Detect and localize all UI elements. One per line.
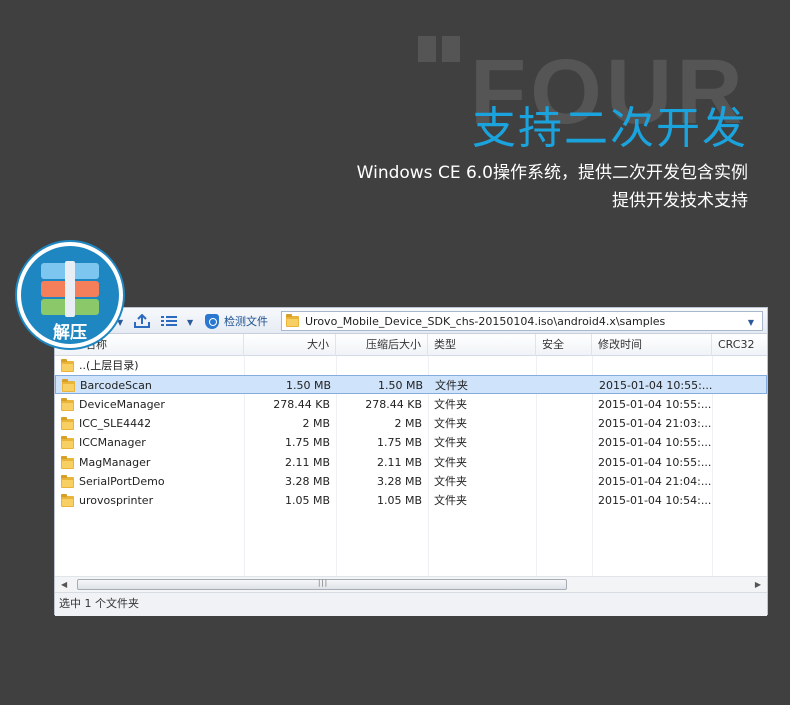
- row-type: 文件夹: [435, 379, 468, 393]
- row-type: 文件夹: [434, 474, 467, 488]
- row-name: urovosprinter: [61, 491, 241, 510]
- row-type: 文件夹: [434, 416, 467, 430]
- folder-icon: [61, 436, 74, 450]
- toolbar: ▼ ▼ 检测文件 Urovo_Mobile_Device_SDK_chs-201…: [55, 308, 767, 334]
- table-row[interactable]: urovosprinter 1.05 MB 1.05 MB 文件夹 2015-01-04…: [55, 491, 767, 510]
- status-bar: 选中 1 个文件夹: [55, 592, 767, 616]
- row-packed-size: 2 MB: [394, 416, 422, 430]
- row-name: MagManager: [61, 453, 241, 472]
- folder-icon: [61, 416, 74, 430]
- table-row[interactable]: ICCManager 1.75 MB 1.75 MB 文件夹 2015-01-04 10…: [55, 433, 767, 452]
- row-name-text: MagManager: [79, 455, 151, 469]
- subheadline-line2: 提供开发技术支持: [612, 191, 748, 211]
- row-type: 文件夹: [434, 397, 467, 411]
- row-name: SerialPortDemo: [61, 472, 241, 491]
- list-view-icon[interactable]: [161, 314, 177, 328]
- row-packed-size: 1.05 MB: [376, 494, 422, 508]
- row-size: 3.28 MB: [284, 474, 330, 488]
- row-name-text: SerialPortDemo: [79, 474, 165, 488]
- row-size: 1.75 MB: [284, 436, 330, 450]
- row-type: [434, 356, 534, 375]
- row-size: 1.50 MB: [285, 379, 331, 393]
- row-modified: 2015-01-04 21:03:...: [598, 416, 712, 430]
- address-dropdown-icon[interactable]: ▼: [748, 318, 754, 327]
- unzip-badge: 解压: [17, 242, 123, 348]
- column-packed-size[interactable]: 压缩后大小: [336, 334, 428, 356]
- row-size: [244, 356, 330, 375]
- row-type: 文件夹: [434, 455, 467, 469]
- headline: 支持二次开发: [472, 103, 748, 154]
- column-crc32[interactable]: CRC32: [712, 334, 769, 356]
- row-name: ICC_SLE4442: [61, 414, 241, 433]
- shield-icon: [205, 313, 219, 329]
- row-modified: 2015-01-04 10:55:...: [598, 397, 712, 411]
- row-packed-size: 3.28 MB: [376, 474, 422, 488]
- row-packed-size: 1.50 MB: [377, 379, 423, 393]
- row-name-text: ..(上层目录): [79, 359, 139, 372]
- table-row[interactable]: SerialPortDemo 3.28 MB 3.28 MB 文件夹 2015-01-0…: [55, 472, 767, 491]
- row-packed-size: 278.44 KB: [365, 397, 422, 411]
- address-path: Urovo_Mobile_Device_SDK_chs-20150104.iso…: [305, 314, 666, 328]
- folder-icon: [61, 474, 74, 488]
- row-modified: 2015-01-04 10:54:...: [598, 494, 712, 508]
- detect-file-button[interactable]: 检测文件: [205, 311, 279, 331]
- row-name-text: BarcodeScan: [80, 379, 152, 393]
- row-packed-size: 2.11 MB: [376, 455, 422, 469]
- row-type: 文件夹: [434, 494, 467, 508]
- column-modified[interactable]: 修改时间: [592, 334, 712, 356]
- row-modified: 2015-01-04 10:55:...: [598, 436, 712, 450]
- address-bar[interactable]: Urovo_Mobile_Device_SDK_chs-20150104.iso…: [281, 311, 763, 331]
- row-name-text: ICCManager: [79, 436, 146, 450]
- table-row[interactable]: MagManager 2.11 MB 2.11 MB 文件夹 2015-01-04 10…: [55, 453, 767, 472]
- row-modified: 2015-01-04 10:55:...: [599, 379, 713, 393]
- row-packed-size: [336, 356, 422, 375]
- scroll-right-icon[interactable]: ▶: [755, 580, 761, 589]
- column-header: 名称 大小 压缩后大小 类型 安全 修改时间 CRC32: [55, 334, 767, 356]
- table-row[interactable]: DeviceManager 278.44 KB 278.44 KB 文件夹 2015-0…: [55, 395, 767, 414]
- scroll-grip-icon: |||: [318, 579, 329, 587]
- column-type[interactable]: 类型: [428, 334, 536, 356]
- scroll-left-icon[interactable]: ◀: [61, 580, 67, 589]
- detect-file-label: 检测文件: [224, 315, 268, 328]
- folder-icon: [286, 313, 299, 327]
- upload-icon[interactable]: [133, 314, 151, 328]
- row-modified: 2015-01-04 10:55:...: [598, 455, 712, 469]
- row-size: 1.05 MB: [284, 494, 330, 508]
- row-name: ICCManager: [61, 433, 241, 452]
- row-name-text: ICC_SLE4442: [79, 416, 152, 430]
- table-row[interactable]: ..(上层目录): [55, 356, 767, 375]
- bg-quote-mark: [418, 36, 462, 62]
- view-dropdown-icon[interactable]: ▼: [187, 318, 193, 327]
- folder-icon: [61, 455, 74, 469]
- row-size: 2.11 MB: [284, 455, 330, 469]
- row-name-text: DeviceManager: [79, 397, 165, 411]
- table-row[interactable]: ICC_SLE4442 2 MB 2 MB 文件夹 2015-01-04 21:03:.…: [55, 414, 767, 433]
- row-name: DeviceManager: [61, 395, 241, 414]
- row-modified: 2015-01-04 21:04:...: [598, 474, 712, 488]
- badge-label: 解压: [53, 323, 87, 343]
- archive-icon: [41, 261, 99, 317]
- folder-icon: [61, 397, 74, 411]
- row-name: ..(上层目录): [61, 356, 241, 375]
- column-size[interactable]: 大小: [244, 334, 336, 356]
- file-list: ..(上层目录) BarcodeScan 1.50 MB 1.50 MB 文件夹 2015…: [55, 356, 767, 576]
- row-modified: [598, 356, 710, 375]
- row-name: BarcodeScan: [62, 376, 242, 395]
- table-row[interactable]: BarcodeScan 1.50 MB 1.50 MB 文件夹 2015-01-04 1…: [55, 375, 767, 395]
- row-type: 文件夹: [434, 436, 467, 450]
- folder-icon: [62, 379, 75, 393]
- row-packed-size: 1.75 MB: [376, 436, 422, 450]
- folder-icon: [61, 359, 74, 372]
- archive-window: ▼ ▼ 检测文件 Urovo_Mobile_Device_SDK_chs-201…: [54, 307, 768, 616]
- row-name-text: urovosprinter: [79, 494, 154, 508]
- horizontal-scrollbar[interactable]: ◀ ||| ▶: [55, 576, 767, 592]
- row-size: 278.44 KB: [273, 397, 330, 411]
- column-security[interactable]: 安全: [536, 334, 592, 356]
- folder-icon: [61, 494, 74, 508]
- row-size: 2 MB: [302, 416, 330, 430]
- subheadline-line1: Windows CE 6.0操作系统，提供二次开发包含实例: [356, 163, 748, 183]
